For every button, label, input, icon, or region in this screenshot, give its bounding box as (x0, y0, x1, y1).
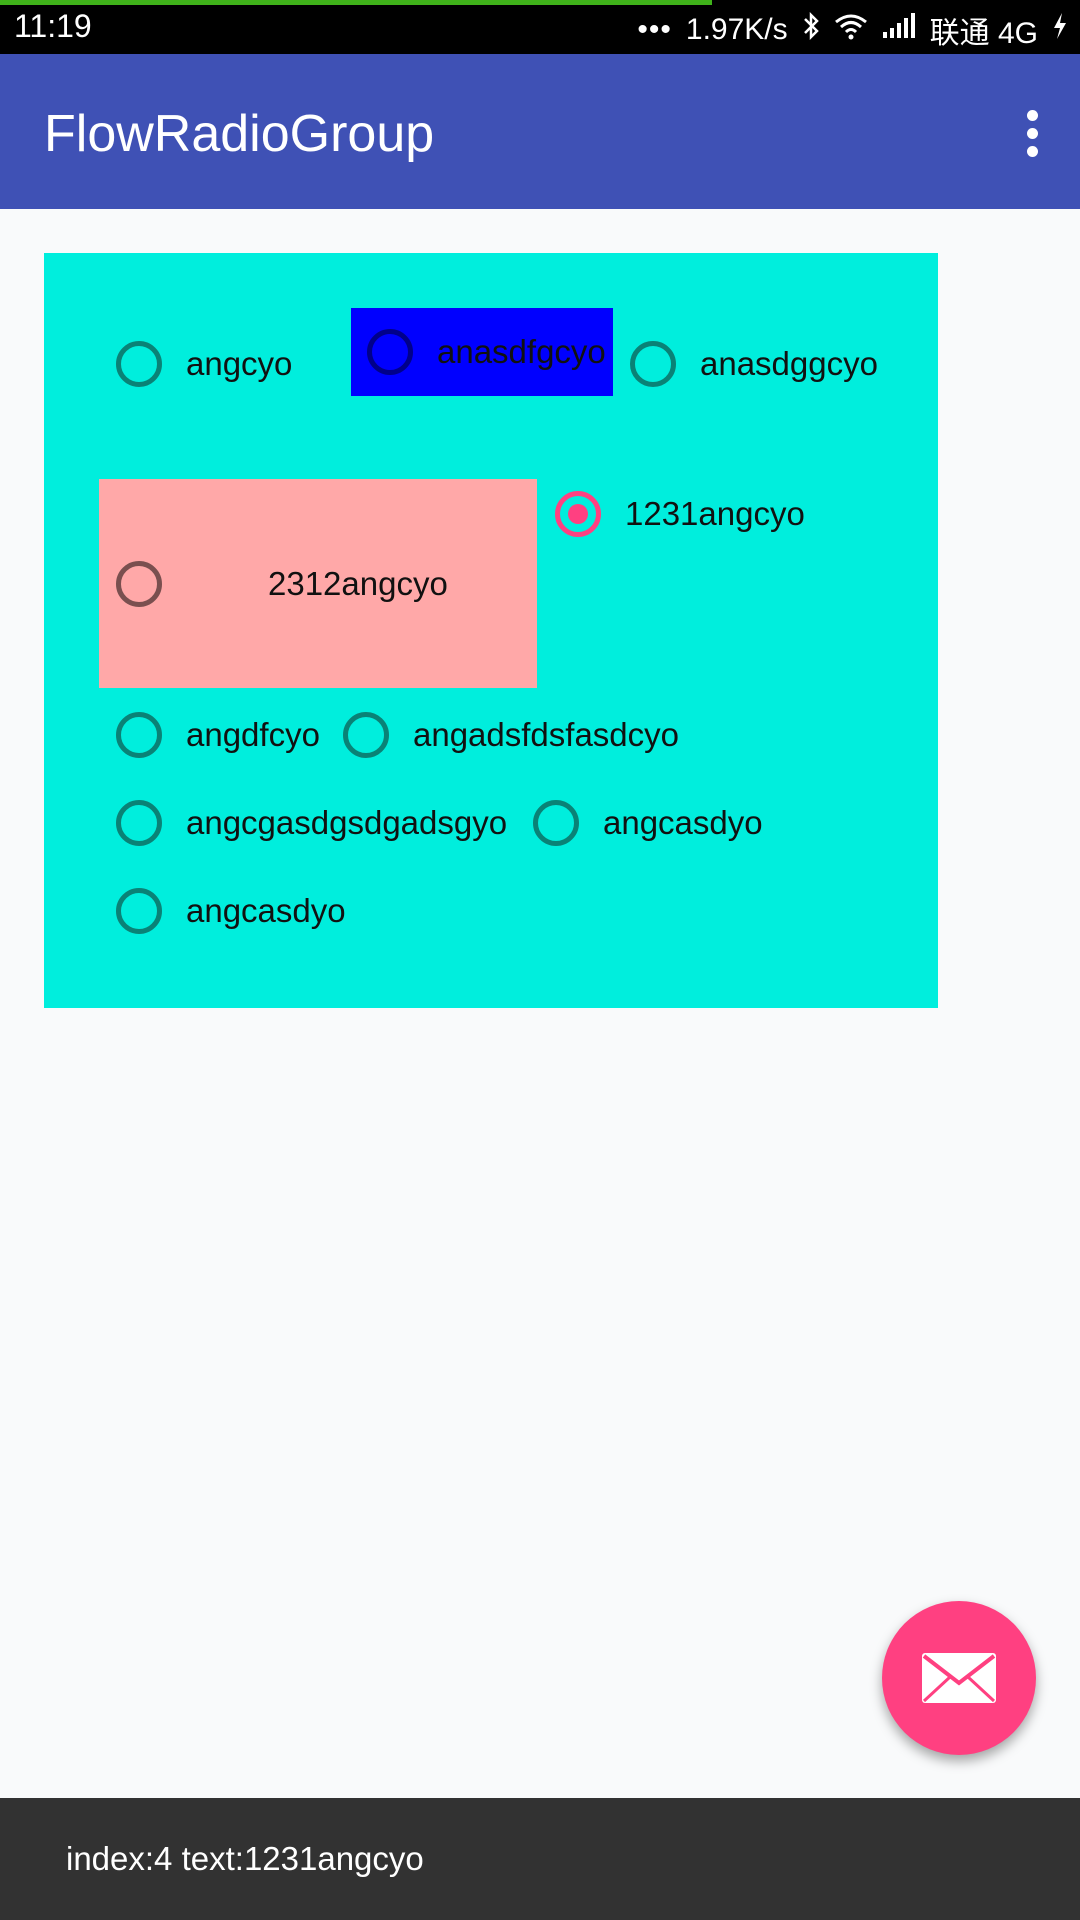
charging-icon (1052, 12, 1068, 48)
radio-label: angcasdyo (186, 892, 346, 929)
mail-icon (922, 1653, 996, 1703)
radio-label: angcgasdgsdgadsgyo (186, 804, 508, 841)
radio-circle[interactable] (116, 560, 162, 607)
radio-circle[interactable] (116, 800, 162, 846)
radio-angcgasdgsdgadsgyo[interactable]: angcgasdgsdgadsgyo (96, 788, 507, 858)
notification-dots: ••• (637, 13, 672, 46)
status-right: ••• 1.97K/s 联通 4G (637, 8, 1068, 52)
status-time: 11:19 (14, 8, 92, 44)
radio-angdfcyo[interactable]: angdfcyo (96, 700, 320, 770)
radio-label: anasdfgcyo (437, 333, 606, 370)
flow-radio-group: angcyo anasdfgcyo anasdggcyo 2312angcyo … (44, 253, 938, 1008)
radio-angadsfdsfasdcyo[interactable]: angadsfdsfasdcyo (323, 700, 679, 770)
snackbar: index:4 text:1231angcyo (0, 1798, 1080, 1920)
mail-fab-button[interactable] (882, 1601, 1036, 1755)
radio-label: 2312angcyo (268, 564, 448, 602)
snackbar-text: index:4 text:1231angcyo (66, 1840, 424, 1877)
radio-circle[interactable] (630, 341, 676, 387)
radio-circle[interactable] (116, 712, 162, 758)
radio-circle[interactable] (343, 712, 389, 758)
network-speed: 1.97K/s (685, 13, 788, 46)
signal-icon (882, 13, 916, 47)
radio-angcyo[interactable]: angcyo (96, 320, 292, 408)
app-bar: FlowRadioGroup (0, 54, 1080, 209)
app-title: FlowRadioGroup (44, 105, 435, 163)
radio-label: angadsfdsfasdcyo (413, 716, 680, 753)
radio-anasdfgcyo[interactable]: anasdfgcyo (351, 308, 613, 396)
status-bar: 11:19 ••• 1.97K/s 联通 4G (0, 0, 1080, 54)
radio-anasdggcyo[interactable]: anasdggcyo (610, 320, 878, 408)
status-progress-line (0, 0, 712, 5)
radio-angcasdyo[interactable]: angcasdyo (513, 788, 763, 858)
wifi-icon (834, 12, 868, 48)
radio-circle[interactable] (367, 329, 413, 375)
radio-label: angcyo (186, 345, 293, 382)
radio-circle[interactable] (533, 800, 579, 846)
radio-label: anasdggcyo (700, 345, 878, 382)
radio-label: angdfcyo (186, 716, 320, 753)
radio-circle[interactable] (116, 341, 162, 387)
carrier-label: 联通 4G (929, 17, 1038, 50)
radio-label: 1231angcyo (625, 495, 805, 532)
radio-2312angcyo[interactable]: 2312angcyo (99, 479, 537, 688)
bluetooth-icon (802, 11, 820, 48)
radio-1231angcyo[interactable]: 1231angcyo (535, 479, 805, 549)
radio-circle[interactable] (116, 888, 162, 934)
more-vert-icon[interactable] (1002, 104, 1062, 164)
radio-circle-checked[interactable] (555, 491, 601, 537)
radio-angcasdyo-2[interactable]: angcasdyo (96, 876, 346, 946)
radio-label: angcasdyo (603, 804, 763, 841)
